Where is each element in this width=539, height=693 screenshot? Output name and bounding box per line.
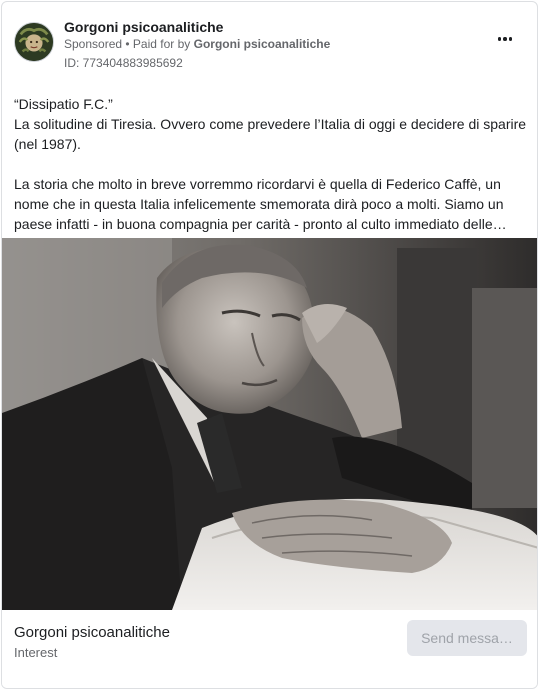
page-avatar[interactable] — [14, 22, 54, 62]
ad-body-paragraph: La storia che molto in breve vorremmo ri… — [14, 176, 507, 232]
sponsored-label: Sponsored — [64, 37, 123, 51]
ad-footer: Gorgoni psicoanalitiche Interest Send me… — [2, 610, 537, 688]
ad-header: Gorgoni psicoanalitiche Sponsored • Paid… — [14, 19, 525, 76]
page-name-link[interactable]: Gorgoni psicoanalitiche — [64, 19, 223, 35]
ad-image[interactable] — [2, 238, 537, 610]
send-message-button[interactable]: Send messa… — [407, 620, 527, 656]
ad-card: Gorgoni psicoanalitiche Sponsored • Paid… — [1, 1, 538, 689]
footer-page-name[interactable]: Gorgoni psicoanalitiche — [14, 624, 170, 641]
ad-body-title: “Dissipatio F.C.” — [14, 96, 113, 112]
paid-for-name: Gorgoni psicoanalitiche — [193, 37, 331, 51]
medusa-logo-icon — [15, 23, 53, 61]
portrait-photo — [2, 238, 537, 610]
paid-for-prefix: • Paid for by — [122, 37, 194, 51]
footer-category: Interest — [14, 645, 58, 660]
sponsored-meta: Sponsored • Paid for by Gorgoni psicoana… — [64, 37, 330, 51]
ad-body-subtitle: La solitudine di Tiresia. Ovvero come pr… — [14, 116, 527, 152]
ad-id: ID: 773404883985692 — [64, 56, 183, 70]
ad-body-text: “Dissipatio F.C.” La solitudine di Tires… — [14, 94, 530, 234]
more-options-icon[interactable] — [493, 30, 517, 48]
